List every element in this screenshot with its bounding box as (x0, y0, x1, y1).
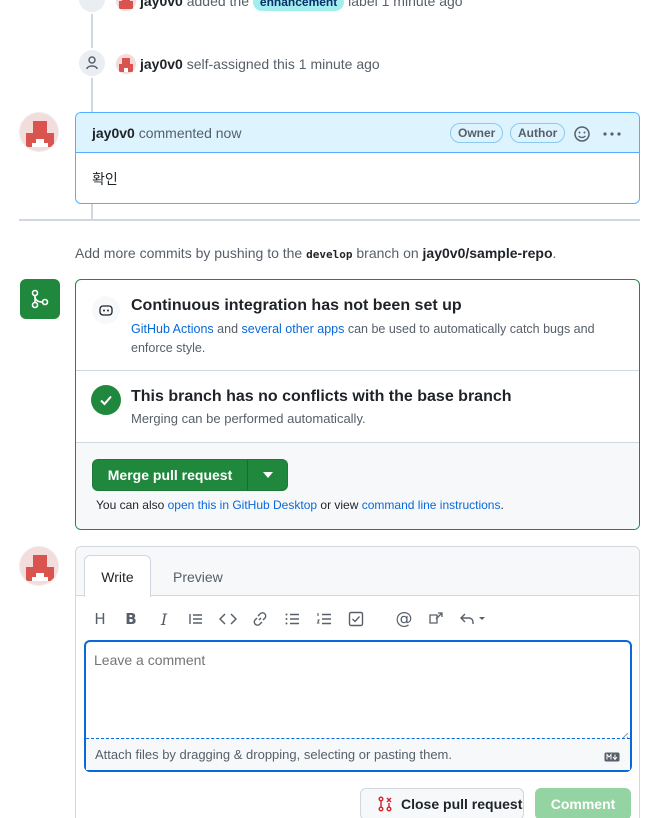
timeline-line-bottom (91, 203, 93, 219)
triangle-down-icon (262, 472, 273, 478)
cli-instructions-link[interactable]: command line instructions (362, 498, 501, 512)
event-action: self-assigned this 1 minute ago (186, 56, 380, 72)
ci-section: Continuous integration has not been set … (76, 280, 639, 371)
tag-icon (84, 0, 100, 7)
also-end: . (500, 498, 504, 512)
comment-textarea-wrapper: Attach files by dragging & dropping, sel… (84, 640, 632, 772)
push-hint: Add more commits by pushing to the devel… (75, 245, 556, 261)
unordered-list-icon[interactable] (282, 609, 302, 629)
textarea-resize-handle[interactable] (619, 728, 629, 742)
conflict-subtitle: Merging can be performed automatically. (131, 411, 366, 426)
ci-rest: can be used to automatically catch bugs … (347, 322, 595, 336)
code-icon[interactable] (218, 609, 238, 629)
git-pull-request-closed-icon (377, 796, 393, 812)
push-hint-middle: branch on (356, 245, 419, 261)
timeline-divider (19, 219, 640, 221)
merge-dropdown-button[interactable] (248, 460, 287, 490)
push-hint-end: . (552, 245, 557, 261)
label-event-text: jay0v0 added the enhancement label 1 min… (140, 0, 463, 11)
github-actions-link[interactable]: GitHub Actions (131, 322, 214, 336)
conflict-section: This branch has no conflicts with the ba… (76, 371, 639, 443)
event-action: added the (186, 0, 250, 9)
comment-author[interactable]: jay0v0 (92, 125, 135, 141)
comment-time[interactable]: commented now (139, 125, 242, 141)
person-icon-badge (77, 48, 107, 78)
comment-body: 확인 (92, 172, 118, 188)
quote-icon[interactable] (186, 609, 206, 629)
author-badge: Author (510, 123, 566, 143)
kebab-horizontal-icon[interactable] (602, 125, 622, 143)
comment-card: jay0v0 commented now Owner Author 확인 (75, 112, 640, 204)
avatar[interactable] (116, 0, 136, 11)
comment-textarea[interactable] (86, 642, 630, 738)
ci-description: GitHub Actions and several other apps ca… (131, 320, 626, 358)
ci-title: Continuous integration has not been set … (131, 297, 462, 314)
current-user-avatar[interactable] (19, 546, 59, 586)
attach-hint: Attach files by dragging & dropping, sel… (95, 747, 452, 762)
other-apps-link[interactable]: several other apps (242, 322, 345, 336)
git-merge-icon-badge (20, 279, 60, 319)
bold-icon[interactable]: B (121, 609, 141, 629)
close-pull-request-button[interactable]: Close pull request (360, 788, 524, 818)
check-circle-icon (91, 385, 121, 415)
also-mid: or view (320, 498, 359, 512)
git-merge-icon (31, 289, 49, 309)
alt-merge-hint: You can also open this in GitHub Desktop… (96, 498, 504, 512)
person-icon (86, 56, 98, 70)
open-desktop-link[interactable]: open this in GitHub Desktop (168, 498, 317, 512)
cross-reference-icon[interactable] (426, 609, 446, 629)
assign-event-text: jay0v0 self-assigned this 1 minute ago (140, 56, 380, 72)
merge-panel: Continuous integration has not been set … (75, 279, 640, 530)
tab-write[interactable]: Write (84, 555, 151, 597)
ci-and: and (217, 322, 239, 336)
reply-icon[interactable] (458, 609, 488, 629)
comment-header: jay0v0 commented now Owner Author (76, 113, 639, 153)
event-actor[interactable]: jay0v0 (140, 0, 183, 9)
italic-icon[interactable]: I (154, 609, 174, 629)
tag-icon-badge (77, 0, 107, 14)
markdown-icon[interactable] (604, 749, 620, 765)
event-actor[interactable]: jay0v0 (140, 56, 183, 72)
comment-button[interactable]: Comment (535, 788, 631, 818)
ci-rest2: enforce style. (131, 341, 206, 355)
repo-link[interactable]: jay0v0/sample-repo (423, 245, 553, 261)
attach-bar[interactable]: Attach files by dragging & dropping, sel… (86, 738, 630, 770)
close-pull-request-label: Close pull request (401, 796, 523, 812)
robot-icon (92, 296, 120, 324)
conflict-title: This branch has no conflicts with the ba… (131, 388, 512, 405)
comment-meta: jay0v0 commented now (92, 125, 241, 141)
link-icon[interactable] (250, 609, 270, 629)
composer-tab-bar (76, 547, 639, 596)
mention-icon[interactable]: @ (394, 609, 414, 629)
label-badge[interactable]: enhancement (252, 0, 345, 11)
ordered-list-icon[interactable] (314, 609, 334, 629)
smiley-icon[interactable] (573, 125, 591, 143)
also-prefix: You can also (96, 498, 165, 512)
tab-preview[interactable]: Preview (173, 569, 223, 585)
tasklist-icon[interactable] (346, 609, 366, 629)
branch-name: develop (306, 248, 353, 261)
merge-action-section: Merge pull request You can also open thi… (76, 443, 639, 529)
push-hint-prefix: Add more commits by pushing to the (75, 245, 303, 261)
heading-icon[interactable]: H (90, 609, 110, 629)
merge-button-group: Merge pull request (92, 459, 288, 491)
comment-author-avatar[interactable] (19, 112, 59, 152)
event-suffix: label 1 minute ago (348, 0, 463, 9)
owner-badge: Owner (450, 123, 504, 143)
merge-pull-request-button[interactable]: Merge pull request (93, 460, 248, 490)
avatar[interactable] (116, 54, 136, 74)
comment-composer: Write Preview H B I @ Attach files by dr… (75, 546, 640, 818)
